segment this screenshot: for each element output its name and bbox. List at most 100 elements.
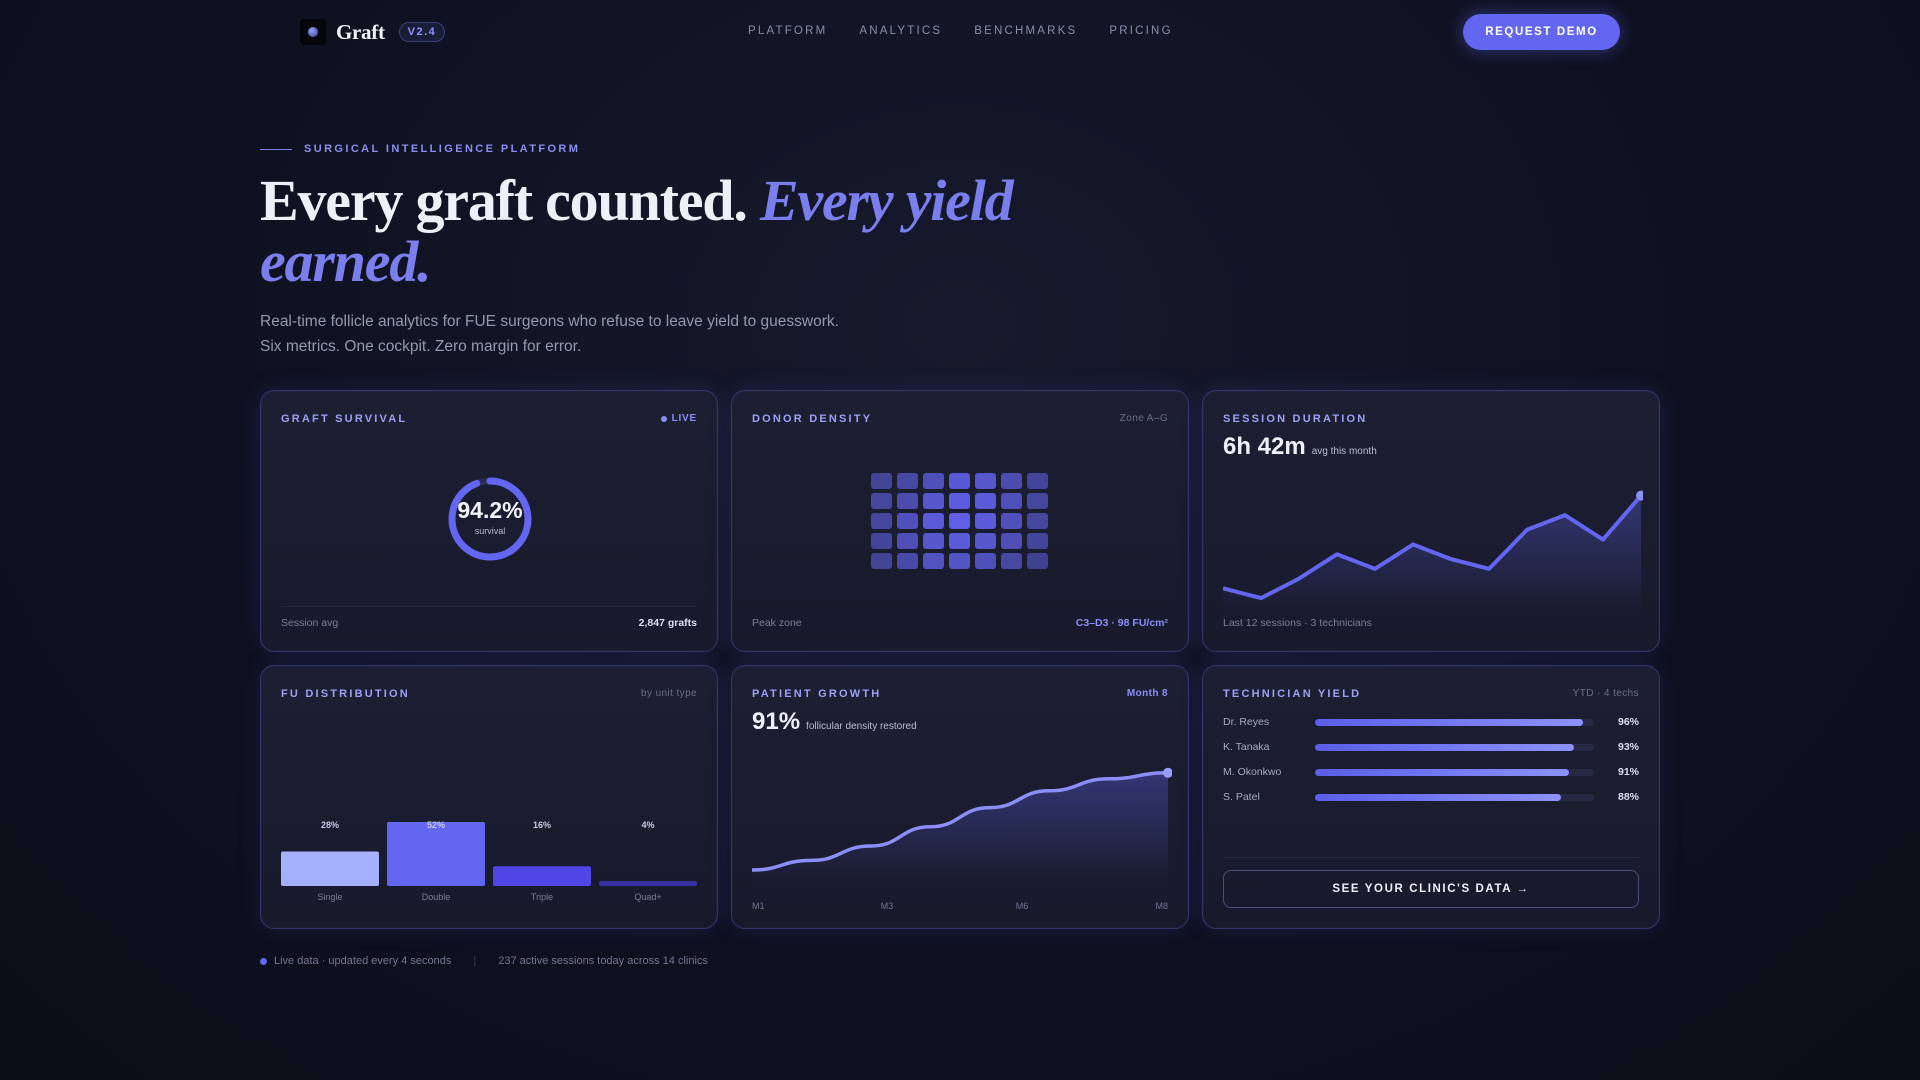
- growth-tick-label: M8: [1155, 901, 1168, 911]
- request-demo-button[interactable]: REQUEST DEMO: [1463, 14, 1620, 50]
- tech-row: M. Okonkwo 91%: [1223, 764, 1639, 780]
- nav-link-pricing[interactable]: PRICING: [1109, 25, 1172, 37]
- density-cell: [975, 553, 996, 569]
- see-clinic-data-button[interactable]: SEE YOUR CLINIC'S DATA →: [1223, 870, 1639, 908]
- fu-category-label: Triple: [531, 892, 553, 902]
- subtitle-line-1: Real-time follicle analytics for FUE sur…: [260, 313, 839, 330]
- footer-label: Session avg: [281, 617, 339, 629]
- fu-bar-label: 52%: [427, 820, 445, 830]
- ytd-tag: YTD · 4 techs: [1572, 688, 1639, 699]
- growth-unit: follicular density restored: [806, 721, 917, 732]
- card-title: FU DISTRIBUTION: [281, 688, 410, 700]
- card-title: PATIENT GROWTH: [752, 688, 882, 700]
- session-value: 6h 42m: [1223, 433, 1306, 460]
- tech-pct: 93%: [1617, 741, 1639, 753]
- hero-headline: Every graft counted. Every yield earned.: [260, 170, 1080, 292]
- fu-distribution-card: FU DISTRIBUTION by unit type 28% Single 52…: [260, 665, 718, 929]
- nav-link-analytics[interactable]: ANALYTICS: [859, 25, 942, 37]
- density-cell: [1027, 473, 1048, 489]
- fu-bar: [387, 822, 485, 886]
- density-cell: [949, 553, 970, 569]
- density-cell: [1027, 493, 1048, 509]
- fu-bar-chart: 28% Single 52% Double 16% Triple 4% Quad+: [281, 820, 697, 902]
- graft-survival-card: GRAFT SURVIVAL LIVE 94.2% survival Sessi…: [260, 390, 718, 652]
- top-nav: Graft V2.4 PLATFORM ANALYTICS BENCHMARKS…: [0, 0, 1920, 64]
- growth-metric: 91% follicular density restored: [752, 708, 917, 736]
- density-cell: [949, 533, 970, 549]
- logo-mark-icon: [300, 19, 326, 45]
- growth-area: [752, 772, 1168, 884]
- subtitle-line-2: Six metrics. One cockpit. Zero margin fo…: [260, 338, 582, 355]
- tech-name: Dr. Reyes: [1223, 716, 1270, 728]
- nav-link-benchmarks[interactable]: BENCHMARKS: [974, 25, 1077, 37]
- live-dot-icon: [260, 957, 267, 965]
- yield-bar: [1315, 718, 1583, 726]
- month-tag: Month 8: [1126, 688, 1168, 699]
- status-bar: Live data · updated every 4 seconds | 23…: [260, 955, 708, 967]
- yield-bar: [1315, 743, 1575, 751]
- density-cell: [975, 513, 996, 529]
- density-cell: [1027, 533, 1048, 549]
- card-title: TECHNICIAN YIELD: [1223, 688, 1362, 700]
- tech-name: M. Okonkwo: [1223, 766, 1282, 778]
- density-cell: [975, 533, 996, 549]
- hero-eyebrow: SURGICAL INTELLIGENCE PLATFORM: [260, 143, 580, 155]
- footer-divider: [1223, 857, 1639, 858]
- density-cell: [871, 533, 892, 549]
- yield-track: [1315, 768, 1594, 776]
- density-cell: [949, 493, 970, 509]
- fu-category-label: Quad+: [634, 892, 661, 902]
- nav-link-platform[interactable]: PLATFORM: [748, 25, 827, 37]
- fu-category-label: Double: [422, 892, 451, 902]
- hero-subtitle: Real-time follicle analytics for FUE sur…: [260, 309, 839, 359]
- survival-label: survival: [474, 526, 506, 536]
- tech-pct: 88%: [1617, 791, 1639, 803]
- technician-yield-card: TECHNICIAN YIELD YTD · 4 techs Dr. Reyes…: [1202, 665, 1660, 929]
- unit-type-tag: by unit type: [641, 688, 697, 699]
- headline-plain: Every graft counted.: [260, 168, 748, 233]
- density-cell: [1027, 513, 1048, 529]
- footer-label: Last 12 sessions · 3 technicians: [1223, 617, 1372, 629]
- density-cell: [897, 473, 918, 489]
- density-cell: [897, 513, 918, 529]
- footer-value: 2,847 grafts: [638, 617, 697, 629]
- status-live-text: Live data · updated every 4 seconds: [274, 955, 452, 967]
- density-cell: [897, 493, 918, 509]
- fu-bar: [599, 881, 697, 886]
- density-cell: [1001, 473, 1022, 489]
- footer-label: Peak zone: [752, 617, 802, 629]
- tech-pct: 91%: [1617, 766, 1639, 778]
- growth-tick-label: M3: [881, 901, 894, 911]
- density-cell: [949, 513, 970, 529]
- card-title: SESSION DURATION: [1223, 413, 1368, 425]
- density-cell: [975, 493, 996, 509]
- density-cell: [1001, 553, 1022, 569]
- density-cell: [923, 493, 944, 509]
- footer-divider: [281, 606, 697, 607]
- zone-tag: Zone A–G: [1119, 413, 1168, 424]
- growth-tick-label: M6: [1016, 901, 1029, 911]
- yield-bar: [1315, 793, 1561, 801]
- footer-value: C3–D3 · 98 FU/cm²: [1075, 617, 1168, 629]
- growth-value: 91%: [752, 708, 801, 735]
- yield-track: [1315, 718, 1594, 726]
- growth-area-chart: M1 M3 M6 M8: [752, 767, 1172, 911]
- tech-name: S. Patel: [1223, 791, 1260, 803]
- tech-row: S. Patel 88%: [1223, 789, 1639, 805]
- density-cell: [871, 553, 892, 569]
- patient-growth-card: PATIENT GROWTH Month 8 91% follicular de…: [731, 665, 1189, 929]
- density-cell: [897, 533, 918, 549]
- nav-menu: PLATFORM ANALYTICS BENCHMARKS PRICING: [748, 25, 1173, 37]
- status-divider: |: [473, 955, 477, 967]
- fu-bar-label: 4%: [641, 820, 654, 830]
- density-cell: [1001, 513, 1022, 529]
- density-cell: [871, 513, 892, 529]
- yield-track: [1315, 743, 1594, 751]
- density-cell: [871, 473, 892, 489]
- density-cell: [1001, 493, 1022, 509]
- brand-logo[interactable]: Graft V2.4: [300, 19, 446, 45]
- density-cell: [923, 513, 944, 529]
- session-metric: 6h 42m avg this month: [1223, 433, 1377, 461]
- session-unit: avg this month: [1311, 446, 1377, 457]
- yield-track: [1315, 793, 1594, 801]
